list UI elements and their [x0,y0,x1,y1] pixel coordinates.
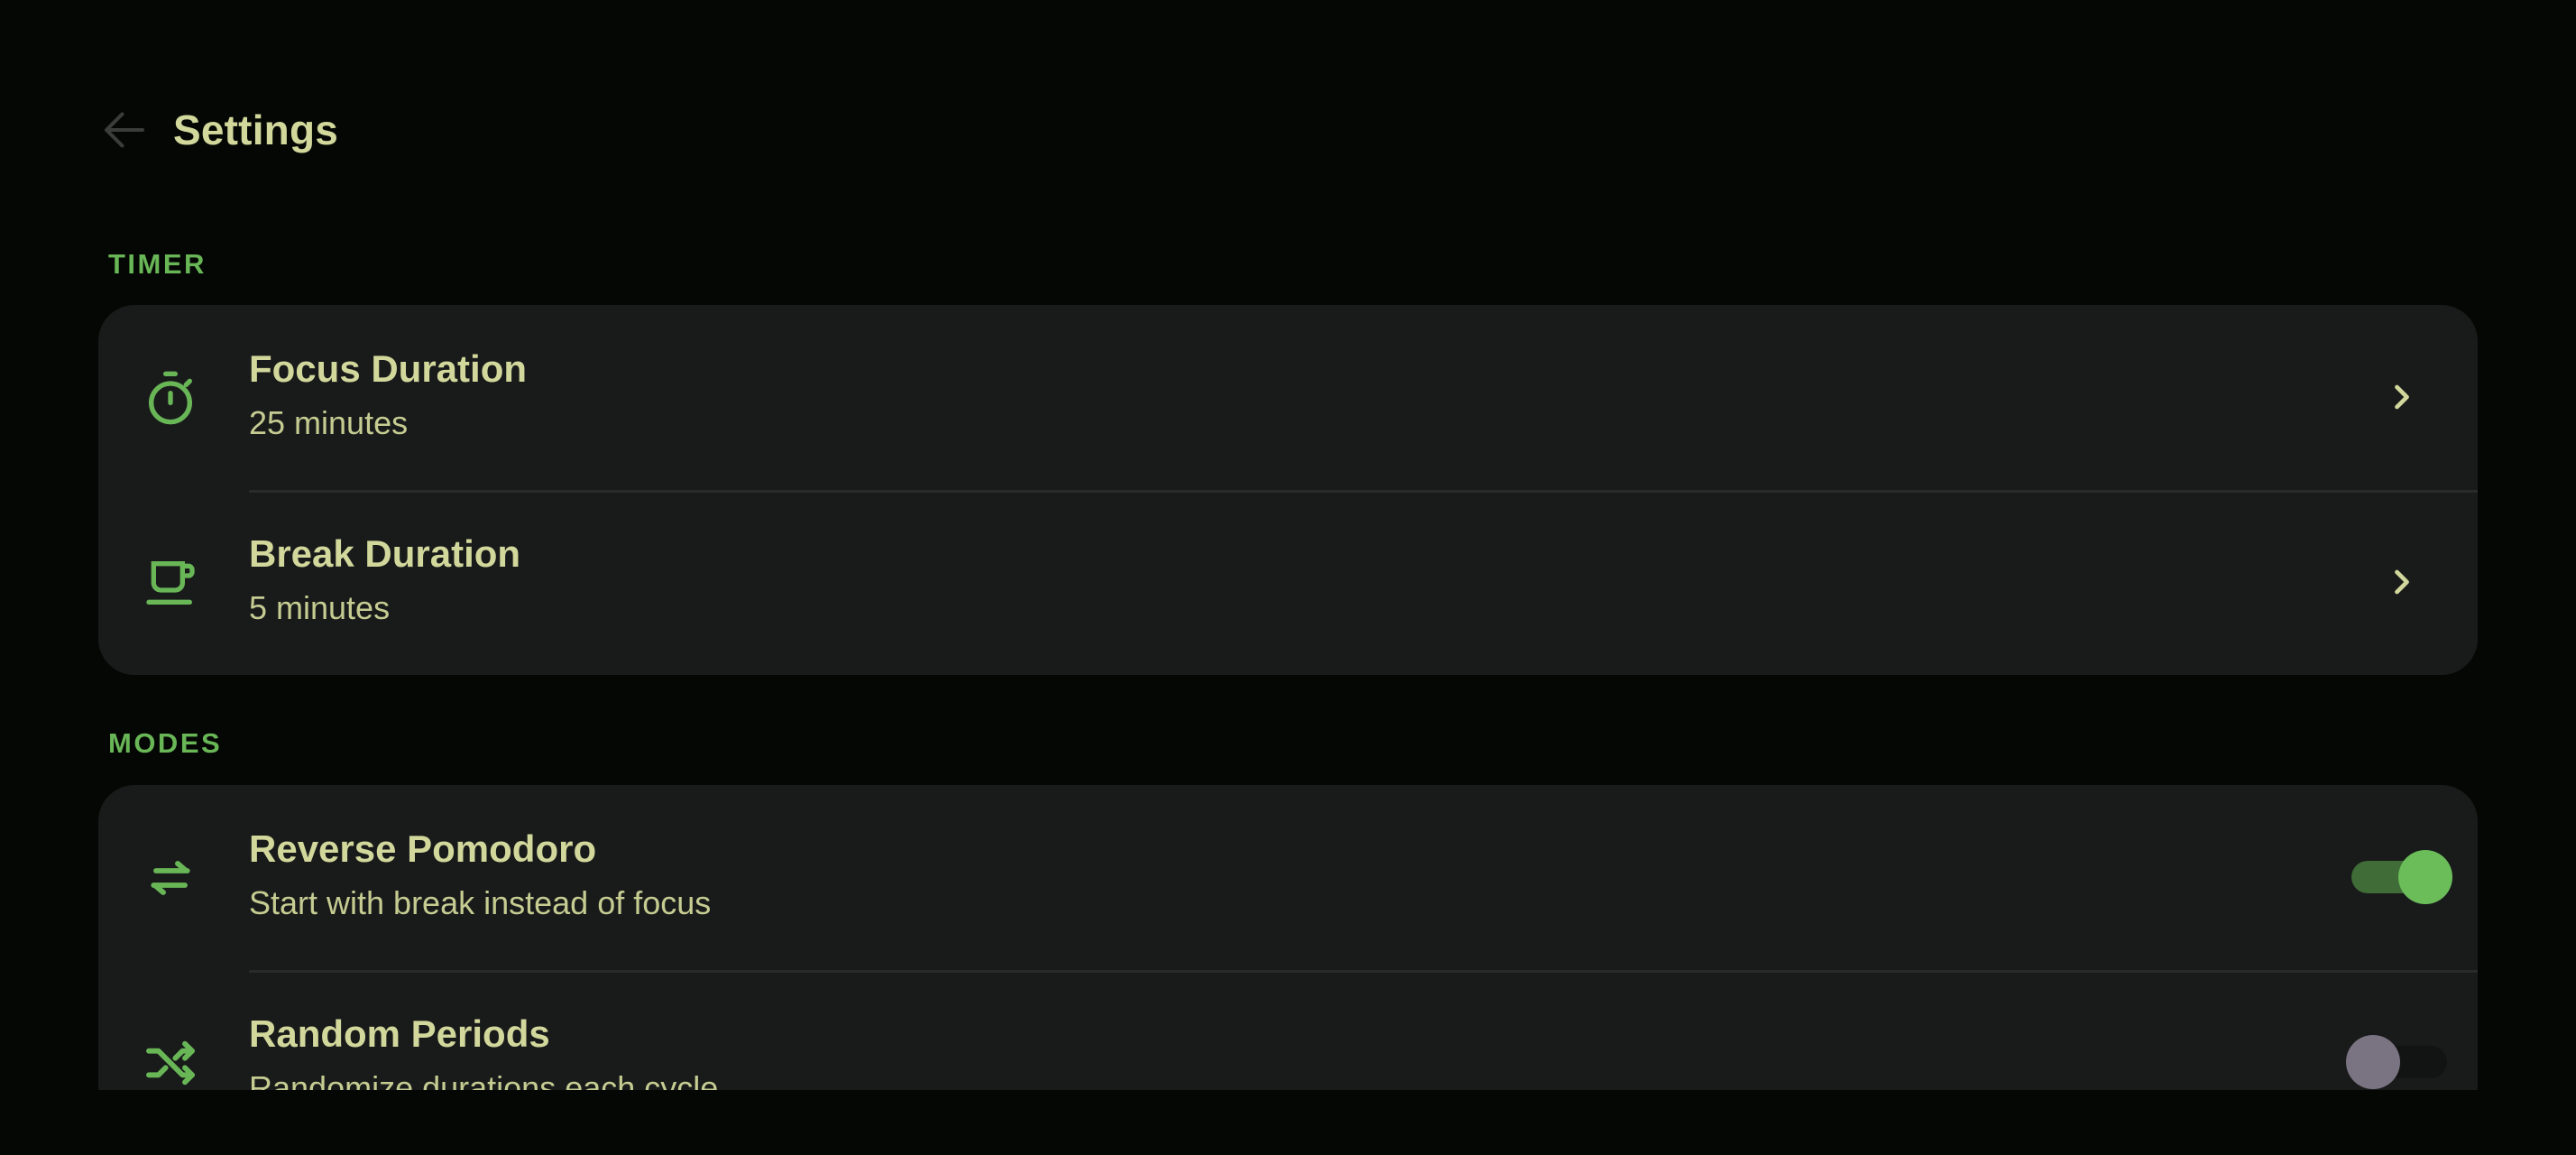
swap-arrows-icon [151,861,190,895]
arrow-back-icon [105,112,144,148]
timer-icon [149,371,192,425]
reverse-pomodoro-toggle[interactable] [2344,848,2454,906]
reverse-pomodoro-title: Reverse Pomodoro [249,827,597,870]
break-duration-row[interactable]: Break Duration 5 minutes [98,490,2478,675]
coffee-cup-icon [146,561,195,605]
reverse-pomodoro-description: Start with break instead of focus [249,884,712,921]
chevron-right-icon [2395,569,2409,595]
focus-duration-row[interactable]: Focus Duration 25 minutes [98,305,2478,490]
random-periods-title: Random Periods [249,1012,550,1055]
break-duration-title: Break Duration [249,532,521,575]
reverse-pomodoro-row[interactable]: Reverse Pomodoro Start with break instea… [98,785,2478,970]
section-header-timer: TIMER [108,248,207,280]
toggle-thumb [2398,850,2452,904]
chevron-right-icon [2395,384,2409,410]
focus-duration-value: 25 minutes [249,404,409,441]
toggle-thumb [2346,1035,2400,1089]
break-duration-value: 5 minutes [249,589,391,626]
back-button[interactable] [96,101,153,159]
focus-duration-title: Focus Duration [249,347,528,390]
top-app-bar: Settings [0,0,2576,262]
page-title: Settings [173,106,339,153]
section-header-modes: MODES [108,727,223,759]
random-periods-toggle[interactable] [2344,1033,2454,1091]
bottom-edge [0,1090,2576,1155]
shuffle-icon [146,1040,195,1086]
timer-settings-card: Focus Duration 25 minutes Break Duration… [98,305,2478,675]
settings-screen: Settings TIMER Focus Duration 25 minutes [0,0,2576,1155]
